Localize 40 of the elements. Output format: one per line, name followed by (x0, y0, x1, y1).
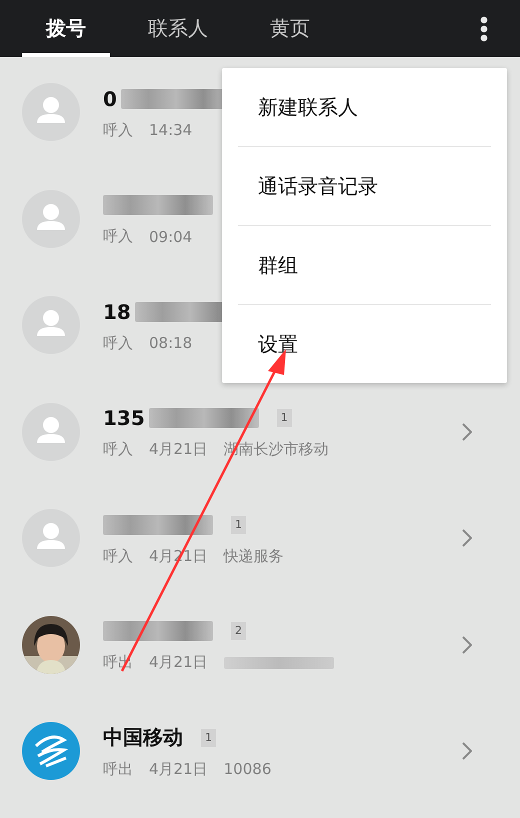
menu-item[interactable]: 设置 (238, 305, 491, 383)
call-direction: 呼入 (103, 440, 133, 460)
call-direction: 呼入 (103, 120, 133, 140)
contact-name: 135 (103, 406, 145, 430)
avatar-icon (22, 190, 80, 248)
sim-badge: 2 (231, 622, 246, 640)
contact-name: 中国移动 (103, 724, 183, 752)
avatar-icon (22, 509, 80, 568)
chevron-icon[interactable] (462, 742, 472, 760)
call-time: 14:34 (149, 121, 192, 140)
call-location: 快递服务 (224, 546, 284, 566)
menu-item[interactable]: 群组 (238, 226, 491, 305)
sim-badge: 1 (201, 728, 216, 747)
call-time: 09:04 (149, 228, 192, 246)
call-time: 4月21日 (149, 440, 208, 460)
contact-name: 0 (103, 86, 117, 111)
avatar-icon (22, 83, 80, 142)
call-time: 4月21日 (149, 653, 208, 672)
menu-item[interactable]: 新建联系人 (238, 68, 491, 147)
sim-badge: 1 (231, 516, 246, 534)
call-direction: 呼入 (103, 227, 133, 246)
call-direction: 呼入 (103, 334, 133, 353)
tab[interactable]: 黄页 (246, 0, 334, 57)
avatar-icon (22, 296, 80, 354)
call-direction: 呼出 (103, 760, 133, 779)
chevron-icon[interactable] (462, 636, 472, 654)
tab[interactable]: 联系人 (124, 0, 232, 57)
sim-badge: 1 (276, 409, 292, 428)
chevron-icon[interactable] (462, 529, 472, 548)
call-direction: 呼入 (103, 546, 133, 566)
menu-item[interactable]: 通话录音记录 (238, 147, 491, 226)
more-icon[interactable] (480, 16, 488, 42)
call-location: 10086 (224, 760, 272, 778)
chevron-icon[interactable] (462, 422, 472, 441)
tab[interactable]: 拨号 (22, 0, 110, 57)
call-time: 4月21日 (149, 760, 208, 779)
contact-name: 18 (103, 300, 131, 324)
logo-icon (22, 722, 80, 780)
avatar-icon (22, 402, 80, 461)
call-time: 08:18 (149, 334, 192, 352)
